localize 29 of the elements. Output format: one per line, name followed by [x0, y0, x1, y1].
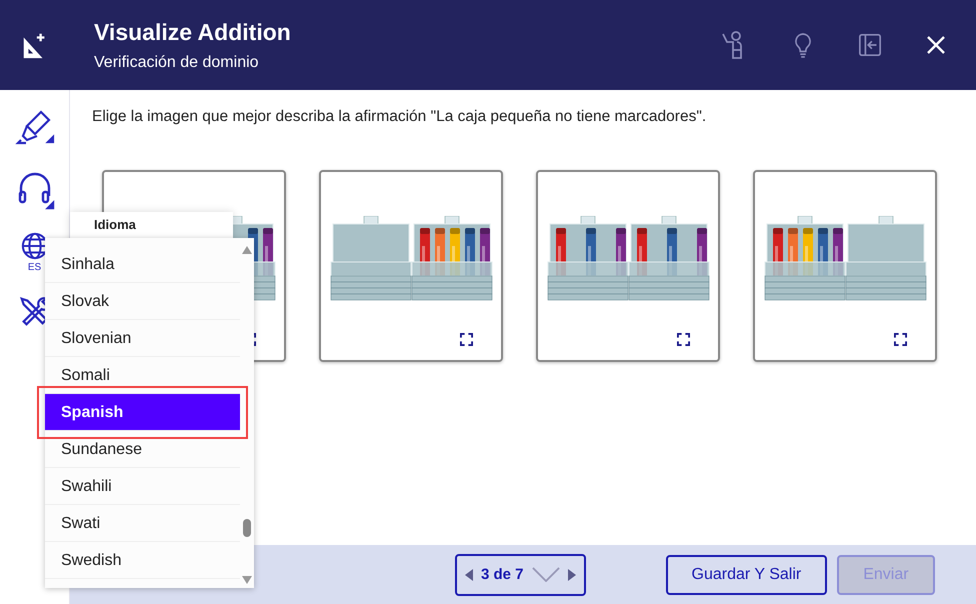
scrollbar-thumb[interactable]	[243, 519, 251, 537]
language-option[interactable]: Swahili	[45, 468, 240, 505]
expand-icon[interactable]	[677, 333, 690, 346]
scroll-down-icon[interactable]	[242, 576, 252, 584]
language-option[interactable]: Sundanese	[45, 431, 240, 468]
language-option[interactable]: Slovenian	[45, 320, 240, 357]
question-pager[interactable]: 3 de 7	[455, 554, 586, 596]
language-option[interactable]: Spanish	[45, 394, 240, 431]
language-option[interactable]: Swedish	[45, 542, 240, 579]
answer-card[interactable]	[319, 170, 503, 362]
language-option[interactable]: Swati	[45, 505, 240, 542]
save-and-exit-button[interactable]: Guardar Y Salir	[666, 554, 828, 594]
collapse-panel-icon[interactable]	[858, 33, 882, 57]
expand-icon[interactable]	[460, 333, 473, 346]
app-title: Visualize Addition	[94, 18, 292, 46]
language-code: ES	[28, 262, 42, 273]
lightbulb-icon[interactable]	[792, 31, 814, 59]
next-arrow-icon[interactable]	[568, 568, 576, 580]
previous-arrow-icon[interactable]	[465, 568, 473, 580]
language-option[interactable]: Sinhala	[45, 246, 240, 283]
scroll-up-icon[interactable]	[242, 246, 252, 254]
answer-card[interactable]	[753, 170, 937, 362]
answer-card[interactable]	[536, 170, 720, 362]
question-prompt: Elige la imagen que mejor describa la afirmación "La caja pequeña no tiene marcadores".	[92, 108, 708, 126]
close-icon[interactable]	[926, 35, 946, 55]
app-subtitle: Verificación de dominio	[94, 54, 260, 72]
language-label: Idioma	[94, 218, 136, 232]
expand-icon[interactable]	[894, 333, 907, 346]
language-option[interactable]: Slovak	[45, 283, 240, 320]
